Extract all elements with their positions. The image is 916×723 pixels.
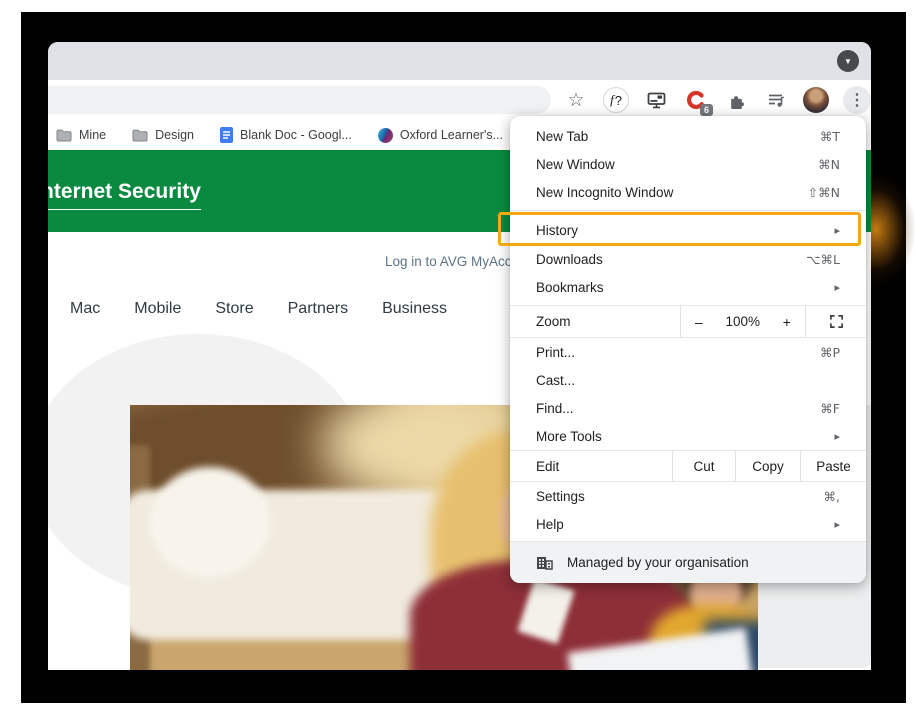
- chevron-down-icon: ▼: [844, 57, 852, 66]
- screen-monitor-extension-icon[interactable]: [643, 87, 669, 113]
- search-tabs-button[interactable]: ▼: [837, 50, 859, 72]
- menu-item-history[interactable]: History ▸: [510, 215, 866, 245]
- submenu-arrow-icon: ▸: [834, 430, 840, 443]
- menu-zoom-row: Zoom – 100% +: [510, 306, 866, 338]
- menu-shortcut: ⌘,: [824, 489, 840, 504]
- fn-question-extension-icon[interactable]: f?: [603, 87, 629, 113]
- tab-strip: ▼: [48, 42, 871, 80]
- menu-item-bookmarks[interactable]: Bookmarks ▸: [510, 273, 866, 301]
- cut-button[interactable]: Cut: [672, 451, 735, 481]
- screenshot-stage: ▼ ☆ f?: [0, 0, 916, 723]
- menu-item-new-window[interactable]: New Window ⌘N: [510, 150, 866, 178]
- kebab-icon: ⋮: [849, 90, 865, 110]
- menu-label: New Window: [536, 157, 615, 172]
- site-nav: Mac Mobile Store Partners Business: [70, 300, 447, 318]
- menu-label: Print...: [536, 345, 575, 360]
- menu-shortcut: ⌘N: [818, 157, 840, 172]
- submenu-arrow-icon: ▸: [834, 224, 840, 237]
- media-controls-icon[interactable]: [763, 87, 789, 113]
- menu-shortcut: ⌥⌘L: [806, 252, 840, 267]
- menu-item-new-tab[interactable]: New Tab ⌘T: [510, 122, 866, 150]
- menu-label: New Incognito Window: [536, 185, 673, 200]
- menu-item-print[interactable]: Print... ⌘P: [510, 338, 866, 366]
- menu-label: Downloads: [536, 252, 603, 267]
- browser-toolbar: ☆ f? 6: [48, 80, 871, 120]
- zoom-in-button[interactable]: +: [783, 314, 791, 330]
- menu-label: Bookmarks: [536, 280, 604, 295]
- menu-shortcut: ⌘F: [820, 401, 840, 416]
- menu-item-help[interactable]: Help ▸: [510, 510, 866, 538]
- red-c-extension-icon[interactable]: 6: [683, 87, 709, 113]
- zoom-label: Zoom: [510, 306, 680, 337]
- zoom-controls: – 100% +: [680, 306, 805, 337]
- three-dot-menu-button[interactable]: ⋮: [843, 86, 871, 114]
- managed-label: Managed by your organisation: [567, 555, 749, 570]
- bookmark-folder-mine[interactable]: Mine: [56, 128, 106, 142]
- edit-label: Edit: [510, 451, 672, 481]
- menu-shortcut: ⇧⌘N: [808, 185, 840, 200]
- menu-label: Find...: [536, 401, 574, 416]
- submenu-arrow-icon: ▸: [834, 518, 840, 531]
- bookmark-blank-doc[interactable]: Blank Doc - Googl...: [220, 127, 352, 143]
- menu-shortcut: ⌘P: [820, 345, 840, 360]
- menu-item-cast[interactable]: Cast...: [510, 366, 866, 394]
- nav-item-mobile[interactable]: Mobile: [134, 300, 181, 318]
- google-docs-icon: [220, 127, 233, 143]
- nav-item-partners[interactable]: Partners: [288, 300, 348, 318]
- toolbar-icons: ☆ f? 6: [563, 86, 871, 114]
- profile-avatar[interactable]: [803, 87, 829, 113]
- paste-button[interactable]: Paste: [800, 451, 866, 481]
- bookmark-oxford[interactable]: Oxford Learner's...: [378, 128, 503, 143]
- bookmark-folder-design[interactable]: Design: [132, 128, 194, 142]
- nav-item-mac[interactable]: Mac: [70, 300, 100, 318]
- bookmark-label: Oxford Learner's...: [400, 128, 503, 142]
- menu-item-find[interactable]: Find... ⌘F: [510, 394, 866, 422]
- address-bar[interactable]: [48, 86, 551, 114]
- bookmark-star-icon[interactable]: ☆: [563, 87, 589, 113]
- menu-separator: [510, 210, 866, 211]
- menu-label: History: [536, 223, 578, 238]
- folder-icon: [132, 129, 148, 142]
- fullscreen-button[interactable]: [805, 306, 866, 337]
- menu-item-more-tools[interactable]: More Tools ▸: [510, 422, 866, 450]
- page-title[interactable]: nternet Security: [48, 180, 201, 210]
- zoom-out-button[interactable]: –: [695, 314, 703, 330]
- submenu-arrow-icon: ▸: [834, 281, 840, 294]
- bookmark-label: Blank Doc - Googl...: [240, 128, 352, 142]
- nav-item-business[interactable]: Business: [382, 300, 447, 318]
- organisation-building-icon: [536, 555, 553, 571]
- menu-shortcut: ⌘T: [820, 129, 840, 144]
- menu-item-downloads[interactable]: Downloads ⌥⌘L: [510, 245, 866, 273]
- managed-footer[interactable]: Managed by your organisation: [510, 541, 866, 583]
- menu-item-settings[interactable]: Settings ⌘,: [510, 482, 866, 510]
- chrome-menu: New Tab ⌘T New Window ⌘N New Incognito W…: [510, 116, 866, 583]
- menu-label: Settings: [536, 489, 585, 504]
- copy-button[interactable]: Copy: [735, 451, 800, 481]
- oxford-globe-icon: [378, 128, 393, 143]
- extensions-puzzle-icon[interactable]: [723, 87, 749, 113]
- menu-label: More Tools: [536, 429, 602, 444]
- nav-item-store[interactable]: Store: [215, 300, 253, 318]
- menu-label: Help: [536, 517, 564, 532]
- fullscreen-icon: [829, 314, 844, 329]
- menu-label: Cast...: [536, 373, 575, 388]
- menu-edit-row: Edit Cut Copy Paste: [510, 450, 866, 482]
- menu-item-new-incognito[interactable]: New Incognito Window ⇧⌘N: [510, 178, 866, 206]
- menu-label: New Tab: [536, 129, 588, 144]
- zoom-value: 100%: [726, 314, 761, 329]
- bookmark-label: Design: [155, 128, 194, 142]
- extension-badge: 6: [700, 104, 713, 116]
- photo-pillow: [150, 467, 270, 577]
- folder-icon: [56, 129, 72, 142]
- bookmark-label: Mine: [79, 128, 106, 142]
- browser-window: ▼ ☆ f?: [48, 42, 871, 670]
